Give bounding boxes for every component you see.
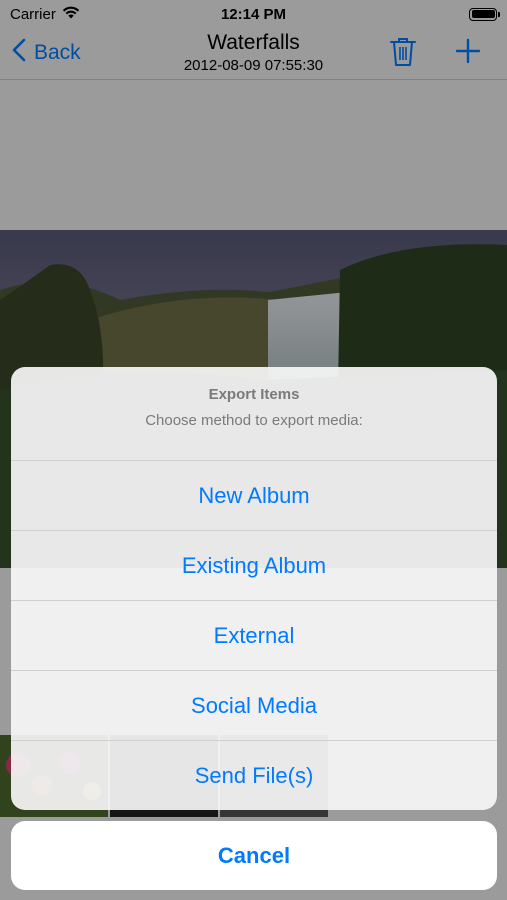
existing-album-button[interactable]: Existing Album [11,531,497,601]
send-files-button[interactable]: Send File(s) [11,741,497,810]
new-album-button[interactable]: New Album [11,461,497,531]
action-sheet-header: Export Items Choose method to export med… [11,367,497,461]
cancel-button[interactable]: Cancel [11,821,497,890]
social-media-button[interactable]: Social Media [11,671,497,741]
action-sheet-title: Export Items [208,386,300,403]
action-sheet-message: Choose method to export media: [145,412,363,429]
external-button[interactable]: External [11,601,497,671]
export-action-sheet: Export Items Choose method to export med… [11,367,497,810]
